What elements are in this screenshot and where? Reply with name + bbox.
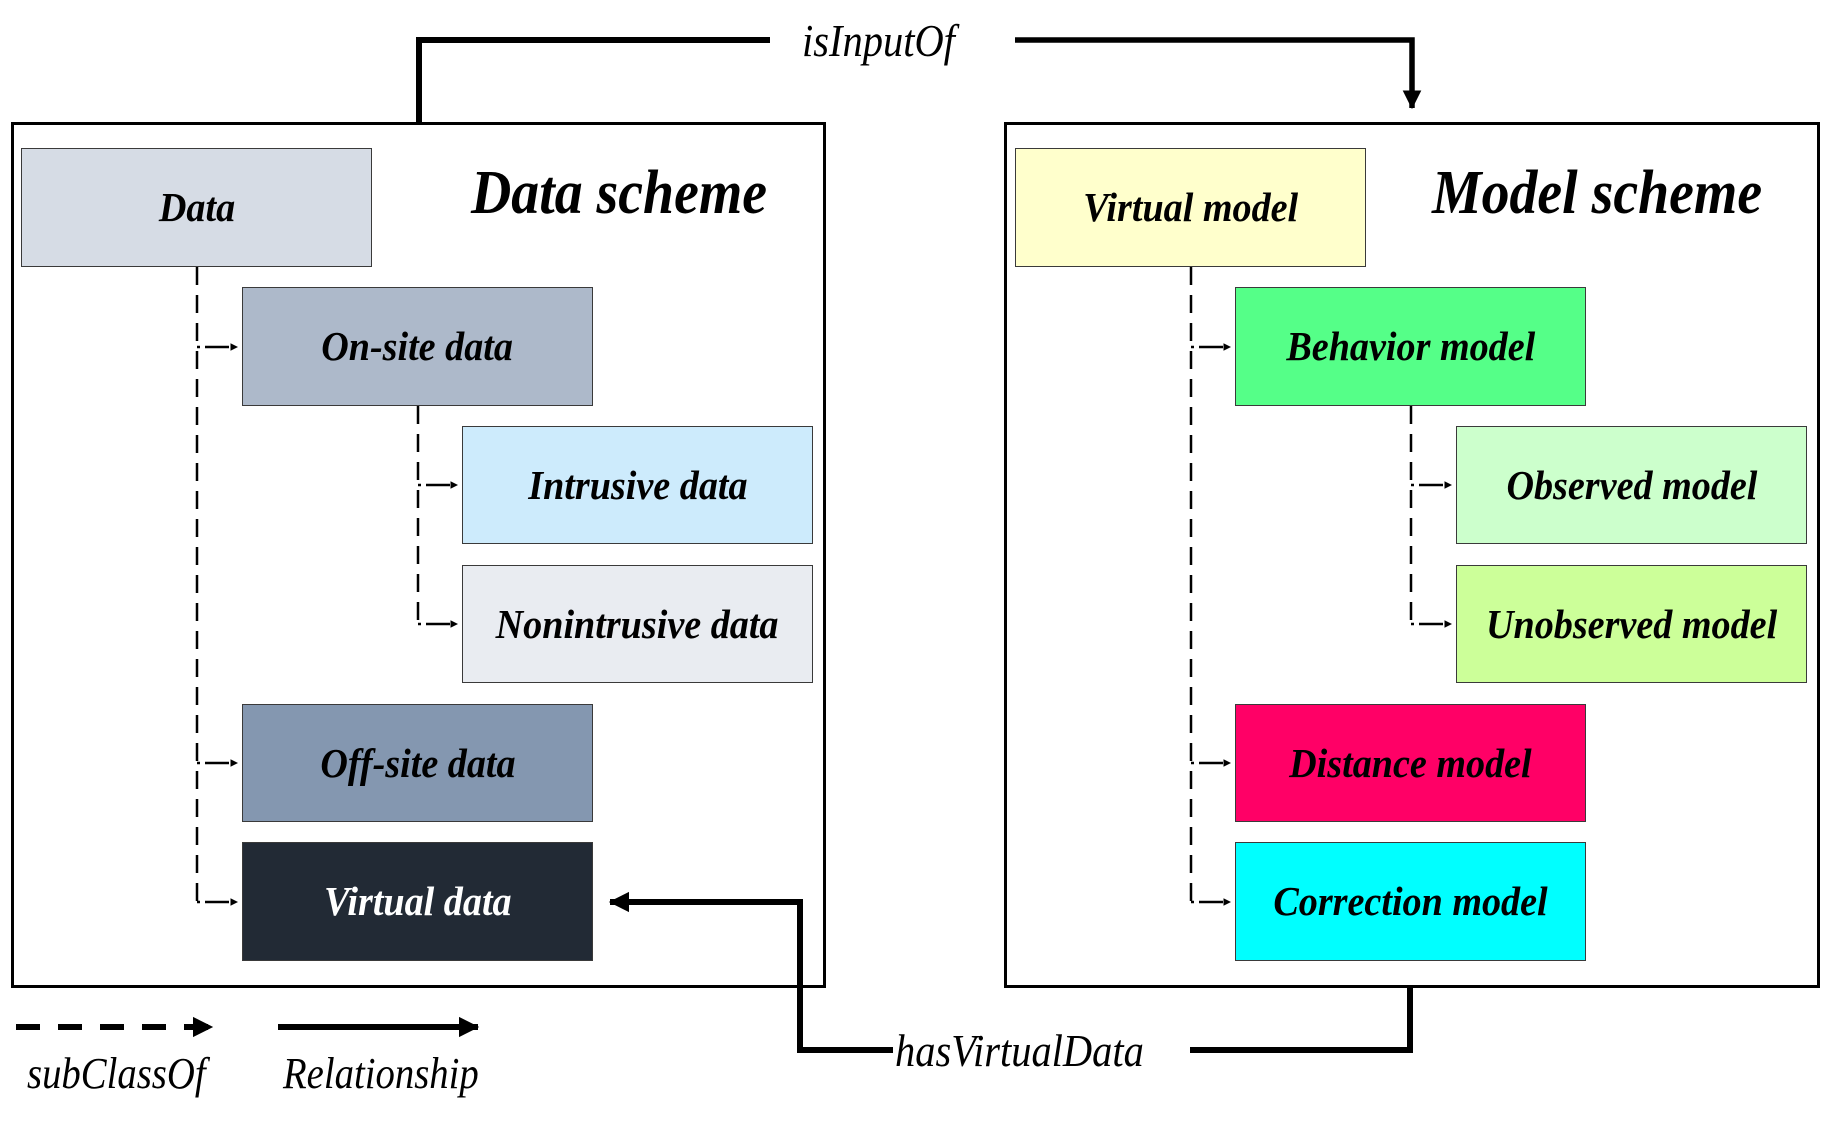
node-label: Observed model	[1506, 461, 1757, 508]
node-correction-model[interactable]: Correction model	[1235, 842, 1586, 961]
data-scheme-title: Data scheme	[471, 159, 768, 227]
node-label: Intrusive data	[527, 461, 748, 508]
node-label: On-site data	[321, 323, 514, 369]
node-virtual-model[interactable]: Virtual model	[1015, 148, 1366, 267]
node-nonintrusive-data[interactable]: Nonintrusive data	[462, 565, 813, 683]
node-behavior-model[interactable]: Behavior model	[1235, 287, 1586, 406]
node-distance-model[interactable]: Distance model	[1235, 704, 1586, 822]
relationship-label-is-input-of: isInputOf	[802, 15, 955, 66]
node-virtual-data[interactable]: Virtual data	[242, 842, 593, 961]
node-off-site-data[interactable]: Off-site data	[242, 704, 593, 822]
node-intrusive-data[interactable]: Intrusive data	[462, 426, 813, 544]
node-label: Virtual model	[1082, 184, 1299, 230]
has-virtual-data-line-right	[1190, 987, 1413, 1053]
node-label: Behavior model	[1286, 323, 1535, 369]
node-data[interactable]: Data	[21, 148, 372, 267]
node-label: Correction model	[1273, 878, 1548, 924]
node-label: Unobserved model	[1485, 600, 1778, 647]
ontology-diagram: Data scheme Model scheme Data On-site da…	[0, 0, 1822, 1125]
node-observed-model[interactable]: Observed model	[1456, 426, 1807, 544]
relationship-label-has-virtual-data: hasVirtualData	[895, 1025, 1144, 1076]
is-input-of-line-right	[1015, 37, 1422, 110]
legend-relationship-label: Relationship	[283, 1049, 479, 1098]
model-scheme-title: Model scheme	[1432, 159, 1763, 227]
node-label: Off-site data	[319, 739, 516, 786]
node-on-site-data[interactable]: On-site data	[242, 287, 593, 406]
node-unobserved-model[interactable]: Unobserved model	[1456, 565, 1807, 683]
node-label: Nonintrusive data	[496, 600, 779, 647]
legend-subclass-label: subClassOf	[27, 1049, 206, 1098]
node-label: Virtual data	[323, 878, 512, 924]
is-input-of-line-left	[416, 37, 770, 123]
node-label: Distance model	[1289, 739, 1532, 786]
node-label: Data	[158, 184, 235, 230]
